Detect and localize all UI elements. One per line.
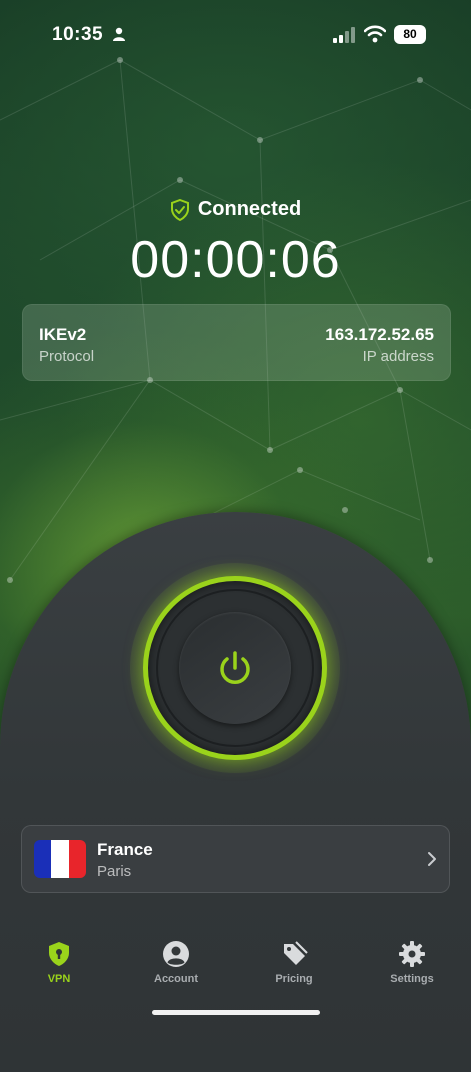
status-time: 10:35 (52, 24, 104, 45)
ip-address-label: IP address (362, 348, 434, 365)
home-indicator[interactable] (152, 1010, 320, 1015)
tab-pricing-label: Pricing (275, 973, 313, 985)
france-flag-icon (34, 840, 86, 878)
tab-pricing[interactable]: Pricing (254, 940, 334, 985)
cellular-signal-icon (333, 27, 355, 43)
status-bar: 10:35 80 (0, 0, 471, 70)
ip-address-value: 163.172.52.65 (325, 325, 434, 344)
gear-icon (399, 941, 425, 967)
location-country: France (97, 840, 153, 859)
connection-status-label: Connected (197, 198, 302, 220)
protocol-label: Protocol (39, 348, 95, 365)
user-circle-icon (163, 941, 189, 967)
protocol-info: IKEv2 Protocol (39, 325, 94, 365)
connection-info-card: IKEv2 Protocol 163.172.52.65 IP address (22, 304, 451, 381)
connection-timer: 00:00:06 (130, 231, 341, 289)
power-button[interactable] (179, 612, 291, 724)
wifi-icon (364, 25, 386, 43)
person-icon (113, 27, 125, 41)
tab-bar: VPN Account Pricing Settings (0, 930, 471, 1000)
protocol-value: IKEv2 (39, 325, 87, 344)
tab-vpn[interactable]: VPN (19, 940, 99, 985)
price-tag-icon (284, 941, 308, 965)
power-control (130, 563, 340, 773)
chevron-right-icon (428, 852, 436, 866)
power-icon (220, 651, 250, 684)
tab-settings[interactable]: Settings (372, 940, 452, 985)
tab-account-label: Account (154, 973, 198, 985)
shield-check-icon (170, 198, 189, 221)
tab-settings-label: Settings (390, 973, 434, 985)
tab-vpn-label: VPN (47, 973, 71, 985)
ip-info: 163.172.52.65 IP address (325, 325, 434, 365)
connection-status: Connected (0, 198, 471, 221)
shield-lock-icon (49, 942, 69, 966)
location-selector[interactable]: France Paris (21, 825, 450, 893)
location-city: Paris (97, 863, 132, 880)
tab-account[interactable]: Account (136, 940, 216, 985)
battery-indicator: 80 (394, 25, 426, 44)
